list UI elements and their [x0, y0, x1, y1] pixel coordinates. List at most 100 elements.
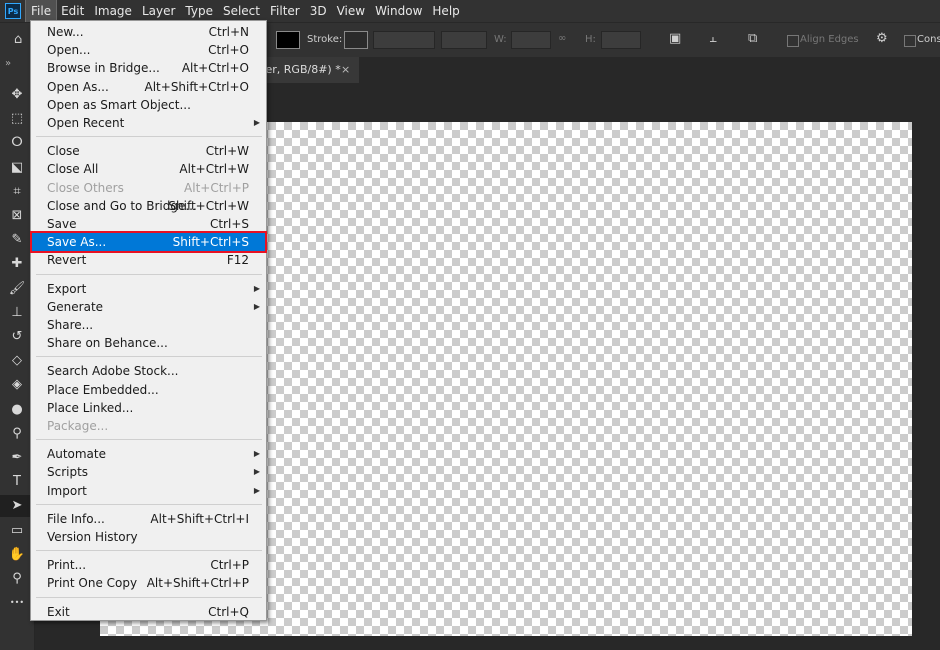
width-label: W: [494, 34, 507, 45]
align-edges-label: Align Edges [800, 34, 859, 45]
stroke-swatch[interactable] [344, 31, 368, 49]
menu-view[interactable]: View [332, 0, 370, 22]
menu-item-label: File Info... [47, 511, 105, 526]
menu-item-export[interactable]: Export ▶ [32, 280, 265, 298]
menu-file[interactable]: File [24, 0, 58, 23]
menu-item-label: Close [47, 144, 80, 159]
menu-layer[interactable]: Layer [137, 0, 180, 22]
close-tab-icon[interactable]: × [341, 57, 350, 83]
menu-item-print[interactable]: Print... Ctrl+P [32, 556, 265, 574]
history-brush-tool-icon[interactable]: ↺ [0, 326, 34, 348]
healing-brush-tool-icon[interactable]: ✚ [0, 253, 34, 275]
brush-tool-icon[interactable]: 🖌 [0, 278, 34, 300]
marquee-tool-icon[interactable]: ⬚ [0, 108, 34, 130]
menu-item-open-as[interactable]: Open As... Alt+Shift+Ctrl+O [32, 78, 265, 96]
menu-item-import[interactable]: Import ▶ [32, 482, 265, 500]
dodge-tool-icon[interactable]: ⚲ [0, 423, 34, 445]
constrain-checkbox[interactable] [904, 35, 916, 47]
menu-item-new[interactable]: New... Ctrl+N [32, 23, 265, 41]
submenu-arrow-icon: ▶ [253, 449, 260, 459]
menu-item-shortcut: Ctrl+W [205, 144, 249, 159]
menu-item-label: Print... [47, 558, 87, 573]
menu-item-place-linked[interactable]: Place Linked... [32, 399, 265, 417]
menu-select[interactable]: Select [218, 0, 265, 22]
document-tab-title: ver, RGB/8#) * [259, 63, 341, 76]
collapse-panel-icon[interactable]: » [5, 58, 11, 69]
height-label: H: [585, 34, 596, 45]
menu-item-label: Save [47, 217, 77, 231]
menu-item-print-one-copy[interactable]: Print One Copy Alt+Shift+Ctrl+P [32, 574, 265, 592]
menu-item-exit[interactable]: Exit Ctrl+Q [32, 603, 265, 621]
menu-item-search-adobe-stock[interactable]: Search Adobe Stock... [32, 362, 265, 380]
menu-item-save[interactable]: Save Ctrl+S [32, 215, 265, 233]
submenu-arrow-icon: ▶ [253, 467, 260, 477]
move-tool-icon[interactable]: ✥ [0, 84, 34, 106]
submenu-arrow-icon: ▶ [253, 301, 260, 311]
menu-3d[interactable]: 3D [305, 0, 332, 22]
path-select-tool-icon[interactable]: ➤ [0, 495, 34, 518]
stroke-width-field[interactable] [373, 31, 435, 49]
menu-item-open[interactable]: Open... Ctrl+O [32, 41, 265, 59]
menu-item-shortcut: Alt+Ctrl+W [179, 162, 249, 177]
link-icon[interactable]: ∞ [558, 33, 566, 44]
menu-item-save-as[interactable]: Save As... Shift+Ctrl+S [30, 231, 267, 254]
object-select-tool-icon[interactable]: ⬕ [0, 157, 34, 179]
file-menu-dropdown: New... Ctrl+N Open... Ctrl+O Browse in Bridg… [30, 20, 267, 621]
menu-item-automate[interactable]: Automate ▶ [32, 445, 265, 463]
menu-item-label: Open as Smart Object... [47, 97, 191, 112]
menu-type[interactable]: Type [180, 0, 218, 22]
eraser-tool-icon[interactable]: ◇ [0, 350, 34, 372]
home-icon[interactable]: ⌂ [14, 32, 22, 47]
height-field[interactable] [601, 31, 641, 49]
menu-item-label: Print One Copy [47, 576, 138, 591]
menu-item-generate[interactable]: Generate ▶ [32, 298, 265, 316]
menu-item-close[interactable]: Close Ctrl+W [32, 142, 265, 160]
pen-tool-icon[interactable]: ✒ [0, 447, 34, 469]
path-operations-icon[interactable]: ▣ [669, 31, 681, 46]
lasso-tool-icon[interactable]: ⵔ [0, 132, 34, 154]
menu-item-package: Package... [32, 417, 265, 435]
menu-item-label: Share... [47, 318, 94, 332]
menu-window[interactable]: Window [370, 0, 427, 22]
menu-image[interactable]: Image [89, 0, 137, 22]
menu-item-scripts[interactable]: Scripts ▶ [32, 463, 265, 481]
menu-item-close-and-go-to-bridge[interactable]: Close and Go to Bridge... Shift+Ctrl+W [32, 197, 265, 215]
menu-item-open-recent[interactable]: Open Recent ▶ [32, 114, 265, 132]
menu-help[interactable]: Help [427, 0, 464, 22]
menu-item-open-as-smart-object[interactable]: Open as Smart Object... [32, 96, 265, 114]
menu-item-file-info[interactable]: File Info... Alt+Shift+Ctrl+I [32, 510, 265, 528]
menu-item-share[interactable]: Share... [32, 316, 265, 334]
stroke-type-dropdown[interactable] [441, 31, 487, 49]
menu-item-label: Open... [47, 43, 91, 58]
menu-item-shortcut: Ctrl+Q [208, 604, 249, 619]
path-arrangement-icon[interactable]: ⧉ [748, 31, 757, 46]
menu-separator [36, 596, 262, 598]
menu-item-label: Place Linked... [47, 400, 134, 415]
menu-filter[interactable]: Filter [265, 0, 305, 22]
crop-tool-icon[interactable]: ⌗ [0, 181, 34, 203]
type-tool-icon[interactable]: T [0, 471, 34, 493]
path-alignment-icon[interactable]: ⫠ [709, 31, 717, 46]
menu-item-share-on-behance[interactable]: Share on Behance... [32, 334, 265, 352]
menu-item-browse-in-bridge[interactable]: Browse in Bridge... Alt+Ctrl+O [32, 59, 265, 77]
hand-tool-icon[interactable]: ✋ [0, 544, 34, 566]
more-tools-icon[interactable]: ••• [0, 592, 34, 614]
menu-separator [36, 356, 262, 358]
gear-icon[interactable]: ⚙ [876, 31, 888, 46]
fill-swatch[interactable] [276, 31, 300, 49]
menu-item-version-history[interactable]: Version History [32, 528, 265, 546]
blur-tool-icon[interactable]: ● [0, 399, 34, 421]
frame-tool-icon[interactable]: ⊠ [0, 205, 34, 227]
align-edges-checkbox[interactable] [787, 35, 799, 47]
menu-item-place-embedded[interactable]: Place Embedded... [32, 381, 265, 399]
menu-item-close-all[interactable]: Close All Alt+Ctrl+W [32, 160, 265, 178]
paint-bucket-tool-icon[interactable]: ◈ [0, 374, 34, 396]
menu-item-shortcut: Alt+Ctrl+P [184, 180, 249, 195]
menu-item-revert[interactable]: Revert F12 [32, 251, 265, 269]
zoom-tool-icon[interactable]: ⚲ [0, 568, 34, 590]
rectangle-tool-icon[interactable]: ▭ [0, 520, 34, 542]
eyedropper-tool-icon[interactable]: ✎ [0, 229, 34, 251]
stamp-tool-icon[interactable]: ⊥ [0, 302, 34, 324]
menu-edit[interactable]: Edit [56, 0, 89, 22]
width-field[interactable] [511, 31, 551, 49]
